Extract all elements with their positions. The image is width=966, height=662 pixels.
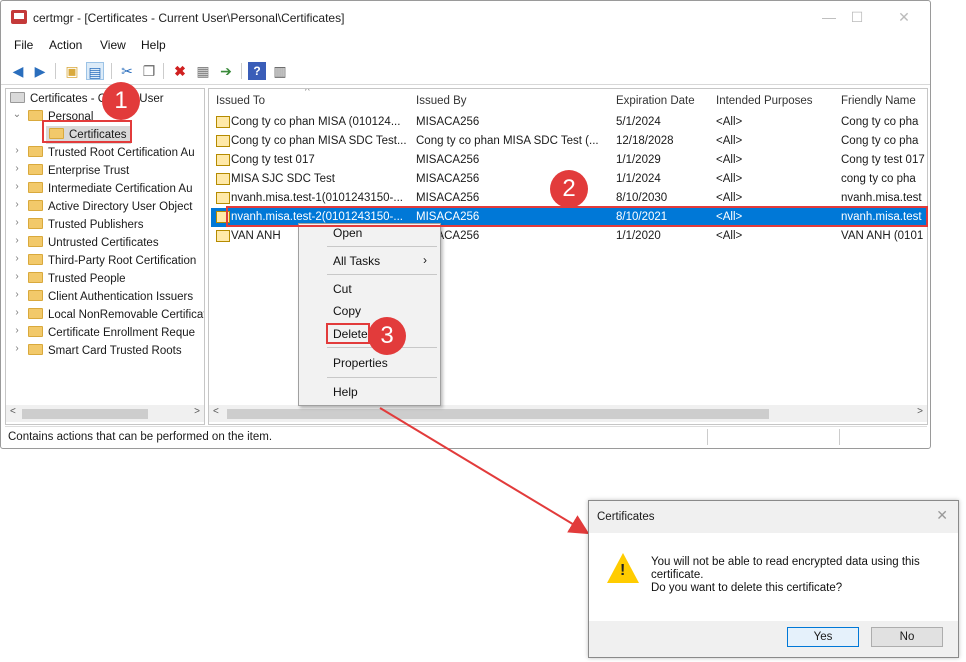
step-badge-2: 2: [550, 170, 588, 208]
step-badge-1: 1: [102, 82, 140, 120]
delete-confirmation-dialog: Certificates ✕ ! You will not be able to…: [588, 500, 959, 658]
dialog-close-icon[interactable]: ✕: [936, 507, 948, 524]
dialog-message-line3: Do you want to delete this certificate?: [651, 582, 843, 594]
yes-button[interactable]: Yes: [787, 627, 859, 647]
no-button[interactable]: No: [871, 627, 943, 647]
dialog-body: ! You will not be able to read encrypted…: [589, 533, 958, 621]
dialog-message-line2: certificate.: [651, 569, 704, 581]
step-badge-3: 3: [368, 317, 406, 355]
dialog-message-line1: You will not be able to read encrypted d…: [651, 556, 920, 568]
dialog-title: Certificates: [597, 511, 655, 523]
